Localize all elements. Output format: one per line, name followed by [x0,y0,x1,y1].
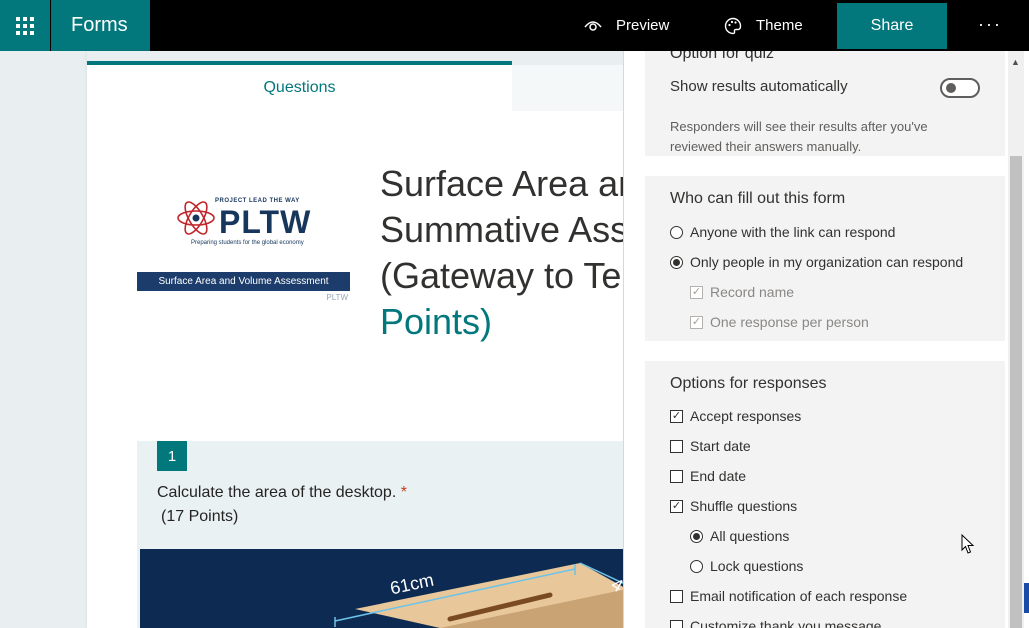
panel-scrollbar[interactable]: ▲ [1008,51,1024,628]
mouse-cursor-icon [961,534,975,554]
required-mark: * [400,484,407,501]
record-name-label: Record name [710,284,795,300]
anyone-label: Anyone with the link can respond [690,224,896,240]
start-date-checkbox[interactable] [670,439,683,453]
one-response-checkbox: ✓ [690,315,703,329]
logo-wordmark: PLTW [219,204,312,240]
title-line-1: Surface Area an [380,163,627,204]
thankyou-checkbox[interactable] [670,619,683,628]
record-name-row: ✓ Record name [690,284,794,300]
email-notification-checkbox[interactable] [670,589,683,603]
title-line-3: (Gateway to Tec [380,255,627,296]
share-button[interactable]: Share [837,3,947,49]
quiz-options-heading: Option for quiz [670,51,775,62]
title-points: Points) [380,301,493,342]
lock-questions-radio[interactable] [690,559,703,573]
eye-icon [584,20,602,31]
record-name-checkbox: ✓ [690,285,703,299]
title-line-2: Summative Asse [380,209,627,250]
org-radio-row[interactable]: Only people in my organization can respo… [670,254,963,270]
tab-questions[interactable]: Questions [87,61,512,111]
logo-footer-mark: PLTW [326,293,348,302]
logo-banner: Surface Area and Volume Assessment [137,272,350,291]
email-notification-row[interactable]: Email notification of each response [670,588,907,604]
form-title[interactable]: Surface Area an Summative Asse (Gateway … [380,161,627,345]
all-questions-label: All questions [710,528,790,544]
question-card[interactable]: 1 Calculate the area of the desktop. * (… [137,441,627,628]
response-options-heading: Options for responses [670,375,827,392]
question-text: Calculate the area of the desktop. * [157,484,407,502]
form-canvas: Questions PROJECT LEAD THE WAY PLTW Prep… [87,51,627,628]
shuffle-questions-row[interactable]: ✓ Shuffle questions [670,498,797,514]
theme-label: Theme [756,17,803,34]
waffle-icon [16,16,34,35]
start-date-row[interactable]: Start date [670,438,751,454]
top-bar: Forms Preview Theme Share ··· [0,0,1029,51]
window-edge [1024,51,1029,628]
accept-responses-label: Accept responses [690,408,802,424]
shuffle-questions-checkbox[interactable]: ✓ [670,499,683,513]
form-logo[interactable]: PROJECT LEAD THE WAY PLTW Preparing stud… [137,186,350,309]
accept-responses-row[interactable]: ✓ Accept responses [670,408,801,424]
anyone-radio-row[interactable]: Anyone with the link can respond [670,224,895,240]
scroll-up-icon[interactable]: ▲ [1011,57,1020,67]
shuffle-questions-label: Shuffle questions [690,498,798,514]
theme-button[interactable]: Theme [724,0,803,51]
question-text-label: Calculate the area of the desktop. [157,484,397,501]
one-response-label: One response per person [710,314,869,330]
thankyou-label: Customize thank you message [690,618,882,628]
question-number: 1 [157,441,187,471]
preview-label: Preview [616,17,670,34]
thankyou-row[interactable]: Customize thank you message [670,618,881,628]
desk-diagram [140,549,627,628]
lock-questions-row[interactable]: Lock questions [690,558,803,574]
atom-icon [177,201,215,235]
question-image: 61cm 4 [140,549,627,628]
all-questions-radio[interactable] [690,529,703,543]
end-date-row[interactable]: End date [670,468,746,484]
org-radio[interactable] [670,255,683,269]
tab-strip: Questions [87,51,627,111]
app-name[interactable]: Forms [51,0,150,51]
show-results-description: Responders will see their results after … [670,119,928,154]
response-options-card: Options for responses ✓ Accept responses… [645,361,1005,628]
tab-responses-hidden[interactable] [512,65,627,111]
who-can-fill-heading: Who can fill out this form [670,190,846,207]
anyone-radio[interactable] [670,225,683,239]
end-date-label: End date [690,468,747,484]
scroll-thumb[interactable] [1010,156,1022,628]
accept-responses-checkbox[interactable]: ✓ [670,409,683,423]
one-response-row: ✓ One response per person [690,314,869,330]
preview-button[interactable]: Preview [584,0,669,51]
window-edge-accent [1024,583,1029,613]
app-launcher-button[interactable] [0,0,50,51]
quiz-options-card: Option for quiz Show results automatical… [645,51,1005,156]
show-results-label: Show results automatically [670,78,848,95]
lock-questions-label: Lock questions [710,558,804,574]
logo-tagline: Preparing students for the global econom… [191,240,304,246]
settings-panel: Option for quiz Show results automatical… [623,51,1008,628]
more-options-icon[interactable]: ··· [978,14,1002,35]
end-date-checkbox[interactable] [670,469,683,483]
who-can-fill-card: Who can fill out this form Anyone with t… [645,176,1005,341]
palette-icon [724,17,742,34]
email-notification-label: Email notification of each response [690,588,908,604]
all-questions-row[interactable]: All questions [690,528,789,544]
question-points: (17 Points) [161,508,239,525]
start-date-label: Start date [690,438,751,454]
show-results-toggle[interactable] [940,78,980,98]
org-label: Only people in my organization can respo… [690,254,964,270]
